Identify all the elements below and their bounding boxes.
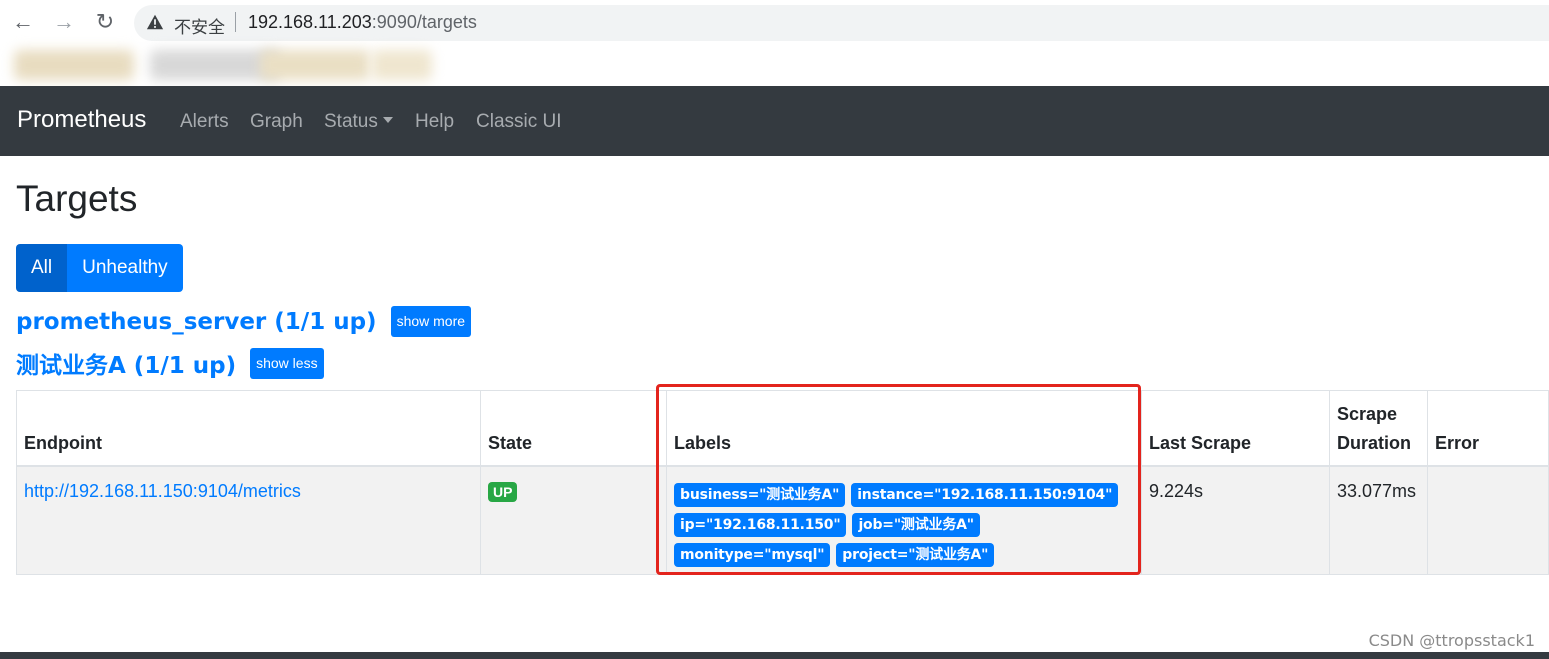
label-badge-job: job="测试业务A" bbox=[852, 512, 980, 537]
url-host: 192.168.11.203 bbox=[248, 12, 372, 32]
warning-triangle-icon[interactable] bbox=[146, 13, 164, 31]
reload-icon[interactable]: ↻ bbox=[92, 9, 118, 35]
job-header-prometheus-server: prometheus_server (1/1 up) show more bbox=[16, 306, 472, 337]
state-badge: UP bbox=[488, 481, 518, 502]
scrape-duration-line-1: Scrape bbox=[1337, 403, 1398, 424]
browser-toolbar: ← → ↻ 不安全 192.168.11.203:9090/targets bbox=[0, 0, 1549, 46]
forward-arrow-icon[interactable]: → bbox=[51, 9, 77, 35]
brand-logo-text[interactable]: Prometheus bbox=[17, 106, 146, 134]
url-text[interactable]: 192.168.11.203:9090/targets bbox=[248, 12, 477, 33]
show-more-button[interactable]: show more bbox=[390, 306, 472, 337]
job-header-business-a: 测试业务A (1/1 up) show less bbox=[16, 346, 324, 380]
endpoint-link[interactable]: http://192.168.11.150:9104/metrics bbox=[24, 481, 301, 501]
label-badge-project: project="测试业务A" bbox=[836, 542, 995, 567]
nav-link-status-label: Status bbox=[324, 111, 378, 132]
endpoint-cell: http://192.168.11.150:9104/metrics bbox=[16, 465, 481, 575]
nav-link-classic-ui[interactable]: Classic UI bbox=[476, 111, 562, 133]
job-title-link[interactable]: prometheus_server (1/1 up) bbox=[16, 309, 377, 335]
table-row: http://192.168.11.150:9104/metrics UP bu… bbox=[16, 465, 1549, 575]
scrape-duration-line-2: Duration bbox=[1337, 432, 1411, 453]
last-scrape-cell: 9.224s bbox=[1141, 465, 1330, 575]
column-header-state: State bbox=[480, 390, 667, 467]
nav-link-graph[interactable]: Graph bbox=[250, 111, 303, 133]
column-header-labels: Labels bbox=[666, 390, 1142, 467]
column-header-last-scrape: Last Scrape bbox=[1141, 390, 1330, 467]
page-title: Targets bbox=[16, 178, 138, 219]
error-cell bbox=[1427, 465, 1549, 575]
show-less-button[interactable]: show less bbox=[250, 347, 324, 379]
column-header-endpoint: Endpoint bbox=[16, 390, 481, 467]
column-header-scrape-duration: Scrape Duration bbox=[1329, 390, 1428, 467]
label-badge-monitype: monitype="mysql" bbox=[674, 542, 831, 567]
labels-list: business="测试业务A" instance="192.168.11.15… bbox=[674, 481, 1134, 567]
url-path: :9090/targets bbox=[371, 12, 477, 32]
state-cell: UP bbox=[480, 465, 667, 575]
address-divider bbox=[235, 12, 236, 32]
address-bar[interactable]: 不安全 192.168.11.203:9090/targets bbox=[134, 5, 1549, 41]
nav-link-alerts[interactable]: Alerts bbox=[180, 111, 229, 133]
filter-all-button[interactable]: All bbox=[16, 244, 68, 292]
label-badge-business: business="测试业务A" bbox=[674, 482, 846, 507]
column-header-error: Error bbox=[1427, 390, 1549, 467]
blurred-bookmarks bbox=[0, 46, 1549, 86]
targets-table: Endpoint State Labels Last Scrape Scrape… bbox=[16, 390, 1549, 575]
top-navbar: Prometheus Alerts Graph Status Help Clas… bbox=[0, 86, 1549, 156]
filter-unhealthy-button[interactable]: Unhealthy bbox=[67, 244, 183, 292]
caret-down-icon bbox=[382, 117, 393, 123]
scrape-duration-cell: 33.077ms bbox=[1329, 465, 1428, 575]
insecure-label: 不安全 bbox=[174, 18, 225, 38]
bottom-dark-bar bbox=[0, 652, 1549, 659]
label-badge-ip: ip="192.168.11.150" bbox=[674, 512, 847, 537]
nav-link-status[interactable]: Status bbox=[324, 111, 393, 133]
labels-cell: business="测试业务A" instance="192.168.11.15… bbox=[666, 465, 1142, 575]
csdn-watermark: CSDN @ttropsstack1 bbox=[1368, 631, 1535, 650]
label-badge-instance: instance="192.168.11.150:9104" bbox=[851, 482, 1119, 507]
target-filter-group: All Unhealthy bbox=[16, 244, 183, 292]
table-header-row: Endpoint State Labels Last Scrape Scrape… bbox=[16, 390, 1549, 467]
nav-link-help[interactable]: Help bbox=[415, 111, 454, 133]
job-title-link[interactable]: 测试业务A (1/1 up) bbox=[16, 346, 236, 380]
back-arrow-icon[interactable]: ← bbox=[10, 9, 36, 35]
